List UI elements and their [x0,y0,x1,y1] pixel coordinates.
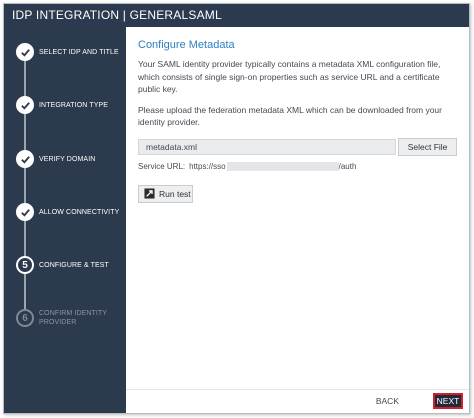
check-icon [16,96,34,114]
select-file-button[interactable]: Select File [398,137,457,156]
step-confirm-identity-provider: 6 CONFIRM IDENTITY PROVIDER [4,307,126,331]
dialog-title: IDP INTEGRATION | GENERALSAML [4,4,469,27]
redacted-block [226,161,339,171]
run-test-icon [144,188,155,199]
step-allow-connectivity[interactable]: ALLOW CONNECTIVITY [4,201,126,225]
service-url-suffix: /auth [338,161,357,171]
step-label: CONFIGURE & TEST [39,261,109,269]
step-configure-and-test[interactable]: 5 CONFIGURE & TEST [4,254,126,278]
service-url-prefix: https://sso [189,161,226,171]
step-label: VERIFY DOMAIN [39,155,96,163]
dialog-footer: BACK NEXT [126,389,469,413]
check-icon [16,150,34,168]
step-label: ALLOW CONNECTIVITY [39,208,120,216]
service-url-label: Service URL: [138,161,186,171]
step-label: CONFIRM IDENTITY PROVIDER [39,310,107,326]
configure-metadata-panel: Configure Metadata Your SAML identity pr… [126,27,469,389]
description-text: Your SAML identity provider typically co… [138,59,441,94]
idp-integration-dialog: IDP INTEGRATION | GENERALSAML SELECT IDP… [3,3,470,414]
step-number-badge: 6 [16,309,34,327]
metadata-file-field[interactable]: metadata.xml [138,138,397,155]
run-test-button[interactable]: Run test [138,184,193,203]
step-label: INTEGRATION TYPE [39,101,109,109]
check-icon [16,43,34,61]
step-verify-domain[interactable]: VERIFY DOMAIN [4,148,126,172]
step-select-idp-and-title[interactable]: SELECT IDP AND TITLE [4,41,126,65]
step-integration-type[interactable]: INTEGRATION TYPE [4,94,126,118]
step-label: SELECT IDP AND TITLE [39,48,119,56]
run-test-label: Run test [159,188,191,199]
next-button[interactable]: NEXT [433,393,463,409]
upload-instruction-text: Please upload the federation metadata XM… [138,104,442,128]
service-url-row: Service URL: https://sso /auth [138,161,457,171]
section-title: Configure Metadata [138,39,235,51]
step-number-badge: 5 [16,256,34,274]
check-icon [16,203,34,221]
metadata-upload-row: metadata.xml Select File [138,137,457,156]
back-button[interactable]: BACK [376,396,399,406]
wizard-steps-sidebar: SELECT IDP AND TITLE INTEGRATION TYPE VE… [4,27,126,413]
